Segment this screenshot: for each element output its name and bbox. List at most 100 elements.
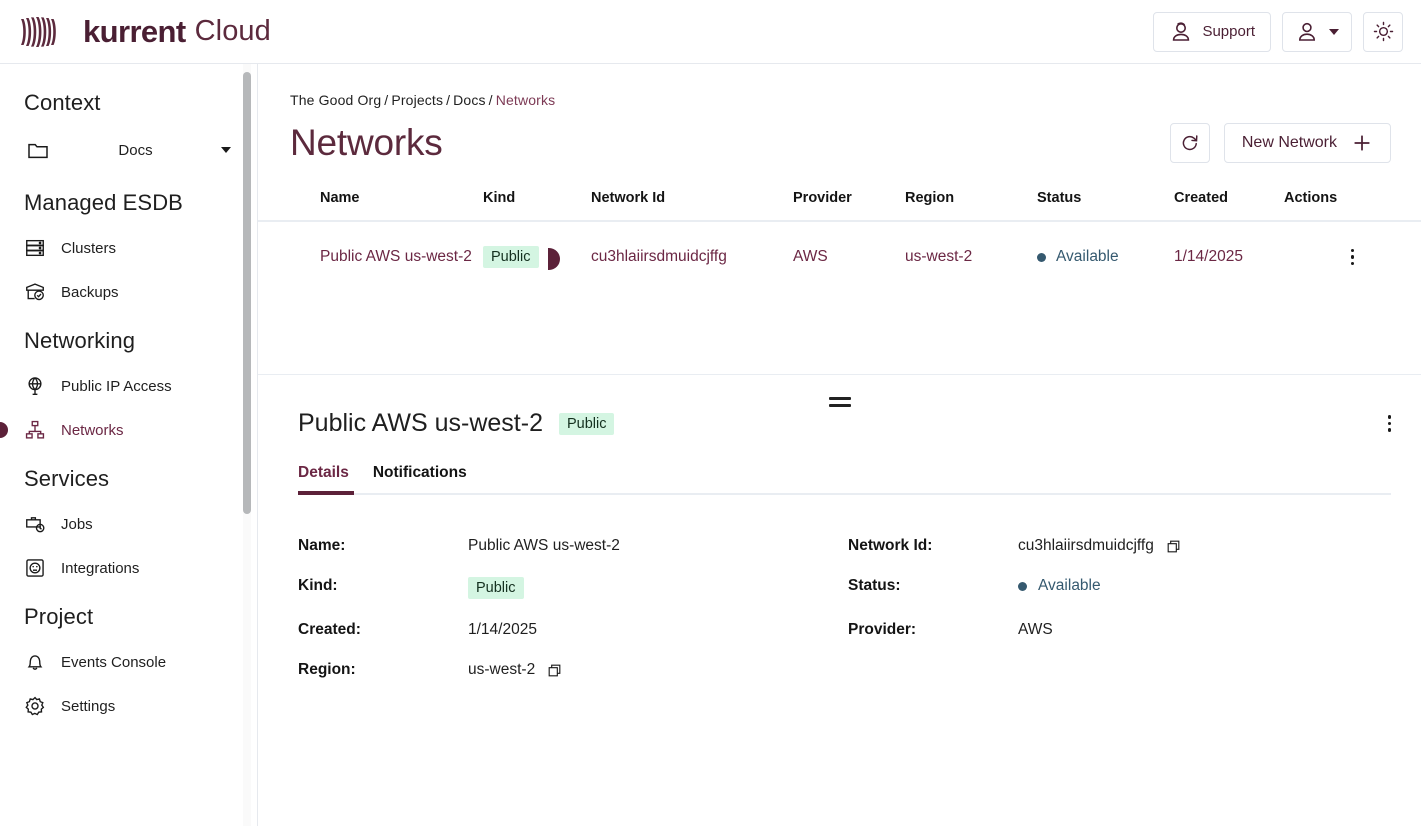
kind-badge: Public (483, 246, 539, 268)
new-network-button[interactable]: New Network (1224, 123, 1391, 163)
field-label-kind: Kind: (298, 577, 468, 595)
kebab-menu-icon[interactable] (1284, 249, 1421, 266)
copy-glyph (1166, 539, 1181, 554)
sidebar-item-label: Public IP Access (61, 378, 172, 395)
kurrent-wave-icon (20, 15, 74, 49)
sidebar-item-settings[interactable]: Settings (0, 684, 257, 728)
field-label-network-id: Network Id: (848, 537, 1018, 555)
main-content: The Good Org/Projects/Docs/Networks Netw… (258, 64, 1421, 826)
region-text: us-west-2 (468, 661, 535, 679)
sidebar-section-project: Project (0, 590, 257, 640)
sidebar-section-services: Services (0, 452, 257, 502)
breadcrumb-item-docs[interactable]: Docs (453, 92, 486, 108)
column-header-name[interactable]: Name (258, 190, 483, 221)
brand-suffix: Cloud (195, 15, 271, 48)
cell-name-text: Public AWS us-west-2 (320, 248, 472, 265)
page-title: Networks (290, 122, 443, 164)
plus-icon (1351, 132, 1373, 154)
copy-icon[interactable] (1166, 539, 1181, 554)
new-network-label: New Network (1242, 134, 1337, 152)
support-button[interactable]: Support (1153, 12, 1271, 52)
headset-support-icon (1169, 20, 1193, 44)
networks-table: Name Kind Network Id Provider Region Sta… (258, 190, 1421, 290)
sidebar-item-jobs[interactable]: Jobs (0, 502, 257, 546)
sidebar-item-label: Networks (61, 422, 124, 439)
table-row[interactable]: Public AWS us-west-2 Public cu3hlaiirsdm… (258, 221, 1421, 290)
app-root: kurrent Cloud Support (0, 0, 1421, 826)
breadcrumb-item-projects[interactable]: Projects (391, 92, 443, 108)
cell-provider: AWS (793, 221, 905, 290)
sidebar-item-backups[interactable]: Backups (0, 270, 257, 314)
sidebar-item-public-ip-access[interactable]: Public IP Access (0, 364, 257, 408)
page-actions: New Network (1170, 123, 1391, 163)
copy-icon[interactable] (547, 663, 562, 678)
cell-network-id: cu3hlaiirsdmuidcjffg (591, 221, 793, 290)
backup-box-check-icon (24, 281, 46, 303)
main-header: The Good Org/Projects/Docs/Networks Netw… (258, 64, 1421, 164)
drag-handle-icon[interactable] (829, 397, 851, 407)
field-value-kind: Public (468, 577, 848, 599)
sidebar-item-networks[interactable]: Networks (0, 408, 257, 452)
project-context-selector[interactable]: Docs (16, 128, 241, 172)
sidebar-item-label: Backups (61, 284, 119, 301)
cell-status: Available (1037, 221, 1174, 290)
field-value-region: us-west-2 (468, 661, 848, 679)
project-context-value: Docs (50, 142, 221, 159)
field-label-provider: Provider: (848, 621, 1018, 639)
sidebar-section-networking: Networking (0, 314, 257, 364)
body-layout: Context Docs Managed ESDB Clusters (0, 64, 1421, 826)
cell-created: 1/14/2025 (1174, 221, 1284, 290)
kind-badge: Public (468, 577, 524, 599)
column-header-provider[interactable]: Provider (793, 190, 905, 221)
network-nodes-icon (24, 419, 46, 441)
field-value-name: Public AWS us-west-2 (468, 537, 848, 555)
refresh-arrow-icon (1179, 132, 1201, 154)
detail-kebab-menu-icon[interactable] (1388, 415, 1392, 432)
support-label: Support (1202, 23, 1255, 40)
column-header-created[interactable]: Created (1174, 190, 1284, 221)
sidebar-item-label: Integrations (61, 560, 139, 577)
chevron-down-icon (1329, 29, 1339, 35)
bell-icon (24, 651, 46, 673)
cell-region: us-west-2 (905, 221, 1037, 290)
chevron-down-icon (221, 147, 231, 153)
detail-tabs: Details Notifications (298, 464, 1391, 495)
theme-toggle-button[interactable] (1363, 12, 1403, 52)
status-text: Available (1038, 577, 1101, 595)
column-header-network-id[interactable]: Network Id (591, 190, 793, 221)
field-value-created: 1/14/2025 (468, 621, 848, 639)
detail-kind-badge: Public (559, 413, 615, 435)
detail-fields: Name: Public AWS us-west-2 Network Id: c… (298, 537, 1391, 679)
active-indicator (0, 422, 8, 438)
field-label-name: Name: (298, 537, 468, 555)
tab-notifications[interactable]: Notifications (373, 464, 467, 495)
column-header-kind[interactable]: Kind (483, 190, 591, 221)
field-label-region: Region: (298, 661, 468, 679)
breadcrumb-item-org[interactable]: The Good Org (290, 92, 381, 108)
user-avatar-icon (1295, 20, 1319, 44)
sidebar-item-label: Settings (61, 698, 115, 715)
user-menu-button[interactable] (1282, 12, 1352, 52)
sidebar-item-clusters[interactable]: Clusters (0, 226, 257, 270)
sidebar-item-events-console[interactable]: Events Console (0, 640, 257, 684)
brand-logo[interactable]: kurrent Cloud (20, 14, 271, 50)
status-dot-icon (1037, 253, 1046, 262)
status-badge: Available (1056, 248, 1119, 266)
globe-icon (24, 375, 46, 397)
cell-name[interactable]: Public AWS us-west-2 (258, 221, 483, 290)
sidebar-item-integrations[interactable]: Integrations (0, 546, 257, 590)
sidebar-section-context: Context (0, 78, 257, 126)
field-value-network-id: cu3hlaiirsdmuidcjffg (1018, 537, 1391, 555)
network-id-text: cu3hlaiirsdmuidcjffg (1018, 537, 1154, 555)
power-outlet-icon (24, 557, 46, 579)
detail-title: Public AWS us-west-2 (298, 409, 543, 438)
refresh-button[interactable] (1170, 123, 1210, 163)
column-header-region[interactable]: Region (905, 190, 1037, 221)
top-bar: kurrent Cloud Support (0, 0, 1421, 64)
folder-icon (26, 138, 50, 162)
sidebar-section-managed-esdb: Managed ESDB (0, 176, 257, 226)
column-header-status[interactable]: Status (1037, 190, 1174, 221)
field-value-status: Available (1018, 577, 1391, 595)
table-header-row: Name Kind Network Id Provider Region Sta… (258, 190, 1421, 221)
cell-kind: Public (483, 221, 591, 290)
